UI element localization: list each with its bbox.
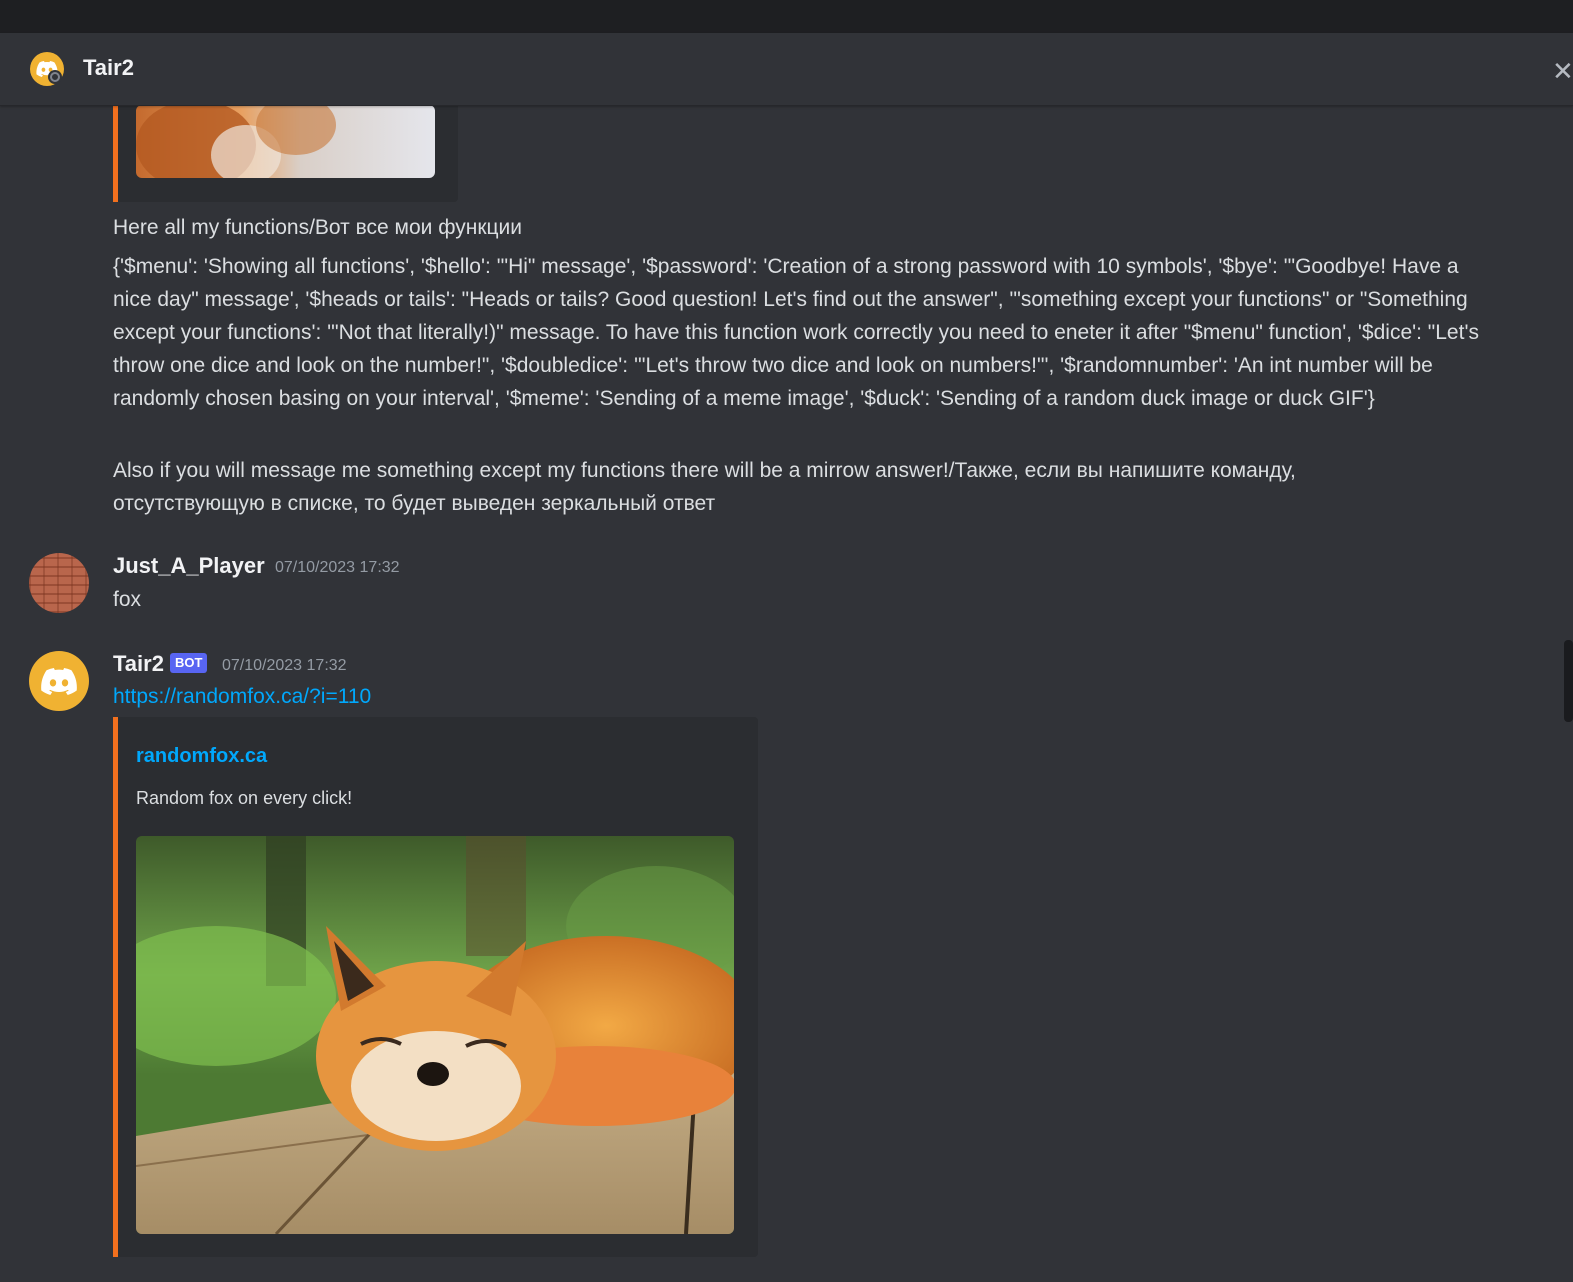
functions-list: {'$menu': 'Showing all functions', '$hel… <box>113 255 1479 410</box>
bot-name[interactable]: Tair2 <box>113 651 164 677</box>
window-top-bar <box>0 0 1573 33</box>
status-indicator <box>48 70 62 84</box>
user-timestamp: 07/10/2023 17:32 <box>275 559 400 576</box>
channel-title: Tair2 <box>83 55 134 80</box>
embed-description: Random fox on every click! <box>136 788 353 808</box>
close-icon[interactable]: ✕ <box>1552 58 1573 84</box>
functions-intro: Here all my functions/Вот все мои функци… <box>113 216 523 239</box>
bot-message-link-row: https://randomfox.ca/?i=110 <box>113 680 371 713</box>
mirror-note: Also if you will message me something ex… <box>113 459 1296 515</box>
channel-header: Tair2 ✕ <box>0 33 1573 106</box>
previous-fox-image[interactable] <box>136 105 435 178</box>
user-message-text: fox <box>113 588 142 611</box>
bot-badge: BOT <box>170 653 208 673</box>
bot-avatar[interactable] <box>29 651 89 711</box>
randomfox-link[interactable]: https://randomfox.ca/?i=110 <box>113 685 371 708</box>
scrollbar-thumb[interactable] <box>1564 640 1573 722</box>
previous-embed <box>113 105 458 202</box>
user-avatar[interactable] <box>29 553 89 613</box>
user-name[interactable]: Just_A_Player <box>113 553 265 579</box>
bot-timestamp: 07/10/2023 17:32 <box>222 657 347 674</box>
message-list: Here all my functions/Вот все мои функци… <box>0 105 1573 1282</box>
randomfox-embed: randomfox.ca Random fox on every click! <box>113 717 758 1257</box>
discord-logo-icon <box>41 667 77 695</box>
fox-image[interactable] <box>136 836 734 1234</box>
embed-provider[interactable]: randomfox.ca <box>136 745 267 768</box>
